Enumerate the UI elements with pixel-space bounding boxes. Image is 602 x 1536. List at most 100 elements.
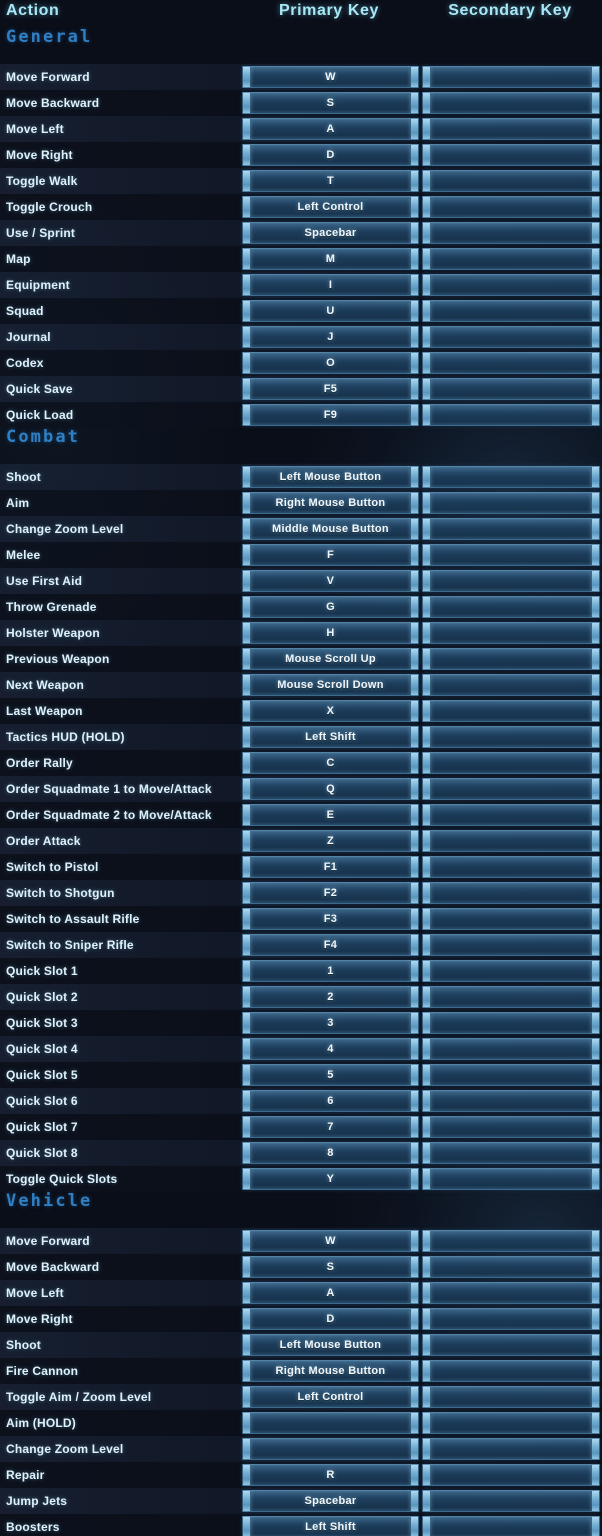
secondary-key-button[interactable] [422,622,600,644]
primary-key-button[interactable]: A [242,1282,419,1304]
primary-key-button[interactable]: F3 [242,908,419,930]
primary-key-button[interactable]: Left Mouse Button [242,1334,419,1356]
primary-key-button[interactable]: S [242,1256,419,1278]
primary-key-button[interactable]: R [242,1464,419,1486]
primary-key-button[interactable]: 7 [242,1116,419,1138]
primary-key-button[interactable]: Left Shift [242,1516,419,1536]
secondary-key-button[interactable] [422,1516,600,1536]
secondary-key-button[interactable] [422,934,600,956]
secondary-key-button[interactable] [422,1142,600,1164]
primary-key-button[interactable]: Middle Mouse Button [242,518,419,540]
primary-key-button[interactable]: F1 [242,856,419,878]
secondary-key-button[interactable] [422,882,600,904]
secondary-key-button[interactable] [422,352,600,374]
secondary-key-button[interactable] [422,66,600,88]
secondary-key-button[interactable] [422,300,600,322]
secondary-key-button[interactable] [422,326,600,348]
secondary-key-button[interactable] [422,92,600,114]
primary-key-button[interactable]: Spacebar [242,222,419,244]
primary-key-button[interactable]: C [242,752,419,774]
secondary-key-button[interactable] [422,856,600,878]
primary-key-button[interactable]: F5 [242,378,419,400]
secondary-key-button[interactable] [422,1256,600,1278]
primary-key-button[interactable] [242,1438,419,1460]
secondary-key-button[interactable] [422,1334,600,1356]
secondary-key-button[interactable] [422,1386,600,1408]
primary-key-button[interactable]: A [242,118,419,140]
primary-key-button[interactable]: J [242,326,419,348]
primary-key-button[interactable]: Right Mouse Button [242,1360,419,1382]
secondary-key-button[interactable] [422,404,600,426]
primary-key-button[interactable]: 4 [242,1038,419,1060]
primary-key-button[interactable]: F [242,544,419,566]
primary-key-button[interactable]: S [242,92,419,114]
primary-key-button[interactable]: 5 [242,1064,419,1086]
secondary-key-button[interactable] [422,986,600,1008]
secondary-key-button[interactable] [422,648,600,670]
primary-key-button[interactable]: Spacebar [242,1490,419,1512]
primary-key-button[interactable]: Left Mouse Button [242,466,419,488]
primary-key-button[interactable]: F4 [242,934,419,956]
secondary-key-button[interactable] [422,752,600,774]
secondary-key-button[interactable] [422,144,600,166]
secondary-key-button[interactable] [422,274,600,296]
primary-key-button[interactable]: 6 [242,1090,419,1112]
primary-key-button[interactable]: F2 [242,882,419,904]
primary-key-button[interactable]: D [242,1308,419,1330]
secondary-key-button[interactable] [422,196,600,218]
primary-key-button[interactable]: T [242,170,419,192]
secondary-key-button[interactable] [422,222,600,244]
secondary-key-button[interactable] [422,1308,600,1330]
secondary-key-button[interactable] [422,570,600,592]
primary-key-button[interactable]: 1 [242,960,419,982]
primary-key-button[interactable]: Z [242,830,419,852]
secondary-key-button[interactable] [422,1230,600,1252]
primary-key-button[interactable]: D [242,144,419,166]
secondary-key-button[interactable] [422,596,600,618]
secondary-key-button[interactable] [422,1360,600,1382]
primary-key-button[interactable]: 8 [242,1142,419,1164]
secondary-key-button[interactable] [422,1168,600,1190]
primary-key-button[interactable]: V [242,570,419,592]
primary-key-button[interactable]: Right Mouse Button [242,492,419,514]
secondary-key-button[interactable] [422,1090,600,1112]
primary-key-button[interactable]: F9 [242,404,419,426]
secondary-key-button[interactable] [422,118,600,140]
secondary-key-button[interactable] [422,830,600,852]
secondary-key-button[interactable] [422,1116,600,1138]
secondary-key-button[interactable] [422,804,600,826]
secondary-key-button[interactable] [422,170,600,192]
secondary-key-button[interactable] [422,1464,600,1486]
primary-key-button[interactable]: 3 [242,1012,419,1034]
secondary-key-button[interactable] [422,908,600,930]
primary-key-button[interactable]: X [242,700,419,722]
secondary-key-button[interactable] [422,700,600,722]
primary-key-button[interactable]: E [242,804,419,826]
primary-key-button[interactable]: M [242,248,419,270]
primary-key-button[interactable] [242,1412,419,1434]
secondary-key-button[interactable] [422,1438,600,1460]
primary-key-button[interactable]: G [242,596,419,618]
primary-key-button[interactable]: W [242,1230,419,1252]
primary-key-button[interactable]: W [242,66,419,88]
primary-key-button[interactable]: Mouse Scroll Down [242,674,419,696]
secondary-key-button[interactable] [422,1038,600,1060]
secondary-key-button[interactable] [422,1490,600,1512]
primary-key-button[interactable]: O [242,352,419,374]
secondary-key-button[interactable] [422,960,600,982]
secondary-key-button[interactable] [422,1412,600,1434]
secondary-key-button[interactable] [422,726,600,748]
secondary-key-button[interactable] [422,378,600,400]
primary-key-button[interactable]: Q [242,778,419,800]
secondary-key-button[interactable] [422,1064,600,1086]
secondary-key-button[interactable] [422,544,600,566]
primary-key-button[interactable]: Left Control [242,1386,419,1408]
primary-key-button[interactable]: Mouse Scroll Up [242,648,419,670]
secondary-key-button[interactable] [422,248,600,270]
secondary-key-button[interactable] [422,1012,600,1034]
secondary-key-button[interactable] [422,1282,600,1304]
primary-key-button[interactable]: Left Shift [242,726,419,748]
primary-key-button[interactable]: I [242,274,419,296]
primary-key-button[interactable]: Left Control [242,196,419,218]
primary-key-button[interactable]: Y [242,1168,419,1190]
